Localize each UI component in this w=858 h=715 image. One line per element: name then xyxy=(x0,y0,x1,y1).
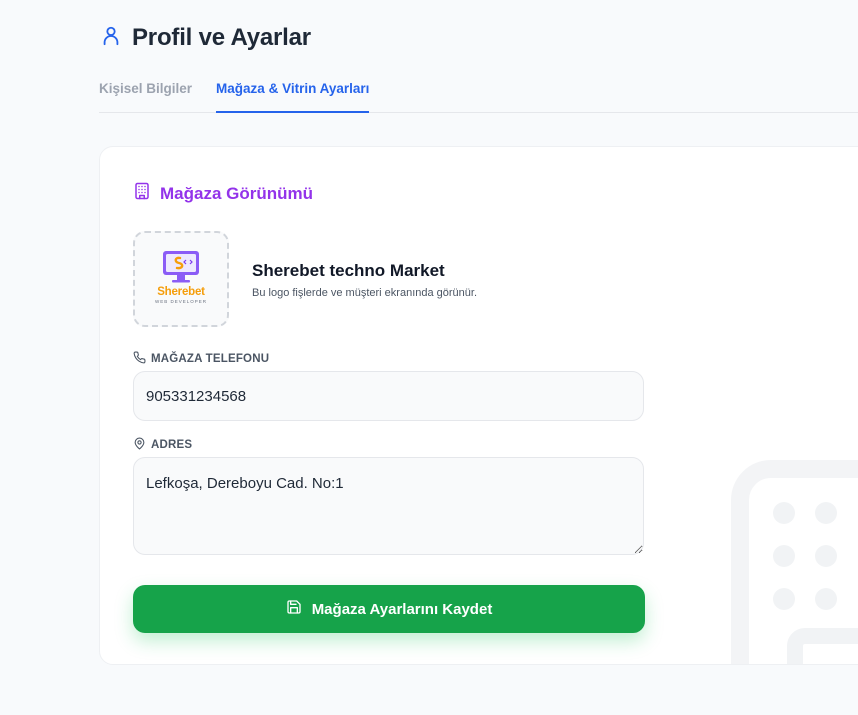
map-pin-icon xyxy=(133,437,146,453)
phone-label: MAĞAZA TELEFONU xyxy=(133,351,269,367)
settings-tabs: Kişisel Bilgiler Mağaza & Vitrin Ayarlar… xyxy=(99,70,858,113)
store-settings-card: Mağaza Görünümü Sherebet WEB DEVELOPER S… xyxy=(99,146,858,665)
logo-brand-name: Sherebet xyxy=(157,286,205,298)
store-logo-upload[interactable]: Sherebet WEB DEVELOPER xyxy=(133,231,229,327)
settings-page: Profil ve Ayarlar Kişisel Bilgiler Mağaz… xyxy=(0,0,858,715)
tab-store-settings[interactable]: Mağaza & Vitrin Ayarları xyxy=(216,70,370,113)
save-button-label: Mağaza Ayarlarını Kaydet xyxy=(311,600,493,618)
page-title: Profil ve Ayarlar xyxy=(132,24,311,51)
section-title: Mağaza Görünümü xyxy=(160,183,314,203)
logo-brand-subtitle: WEB DEVELOPER xyxy=(154,299,207,304)
page-header: Profil ve Ayarlar xyxy=(100,24,311,52)
section-header: Mağaza Görünümü xyxy=(133,182,313,205)
monitor-logo-icon xyxy=(163,251,199,283)
store-name: Sherebet techno Market xyxy=(252,261,445,280)
address-label: ADRES xyxy=(133,437,192,453)
store-address-textarea[interactable]: Lefkoşa, Dereboyu Cad. No:1 xyxy=(133,457,644,555)
save-store-settings-button[interactable]: Mağaza Ayarlarını Kaydet xyxy=(133,585,645,633)
building-icon xyxy=(133,182,151,205)
store-phone-input[interactable] xyxy=(133,371,644,421)
phone-icon xyxy=(133,351,146,367)
user-icon xyxy=(100,25,122,52)
tab-personal-info[interactable]: Kişisel Bilgiler xyxy=(99,70,192,113)
save-icon xyxy=(286,599,302,619)
building-watermark-icon xyxy=(731,460,858,664)
logo-description: Bu logo fişlerde ve müşteri ekranında gö… xyxy=(252,287,478,299)
phone-label-text: MAĞAZA TELEFONU xyxy=(151,353,270,365)
address-label-text: ADRES xyxy=(151,439,193,451)
